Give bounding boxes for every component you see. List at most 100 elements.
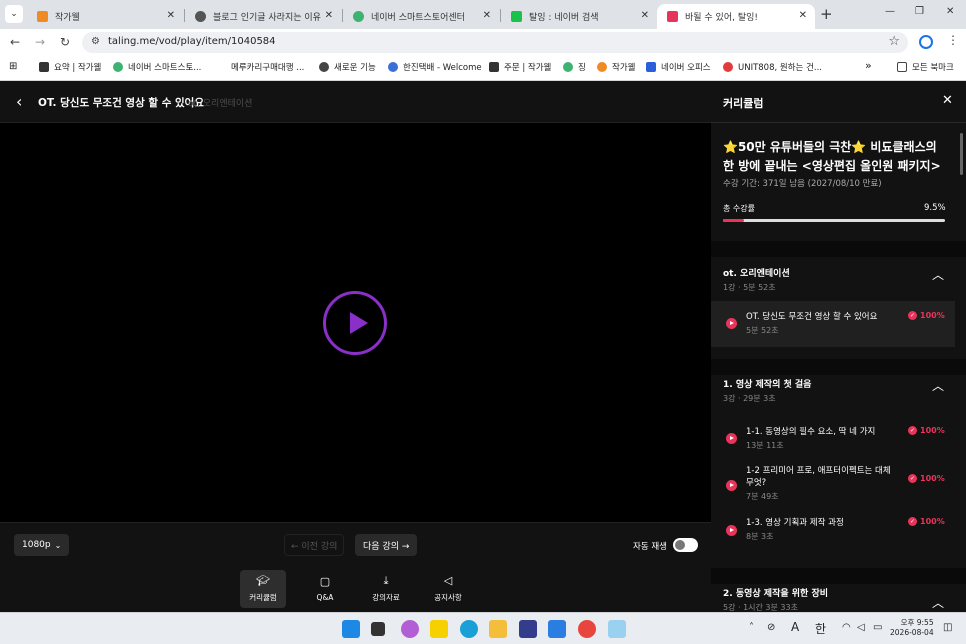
scrollbar[interactable] [960,133,963,175]
apps-grid-icon[interactable]: ⊞ [9,61,17,72]
back-chevron-icon[interactable]: ‹ [16,92,22,111]
curriculum-panel: 커리큘럼 ✕ ⭐50만 유튜버들의 극찬⭐ 비됴클래스의 한 방에 끝내는 <영… [711,81,966,612]
lesson-duration: 8분 3초 [746,532,774,541]
url-bar[interactable]: ⚙ taling.me/vod/play/item/1040584 ☆ [82,32,908,53]
app-icon[interactable] [548,620,566,638]
tab-favicon-icon [37,11,48,22]
edge-icon[interactable] [460,620,478,638]
bookmark-item[interactable]: 징 [563,61,586,73]
profile-icon[interactable] [919,35,933,49]
all-bookmarks-folder[interactable]: 모든 북마크 [897,61,954,73]
tab-search-button[interactable]: ⌄ [5,5,23,23]
chevron-up-icon[interactable]: ︿ [932,377,944,394]
check-circle-icon: ✓ [908,311,917,320]
section-orientation[interactable]: ot. 오리엔테이션 1강 · 5분 52초 ︿ OT. 당신도 무조건 영상 … [711,257,966,359]
forward-arrow-icon[interactable]: → [35,35,45,49]
play-button[interactable] [323,291,387,355]
url-text[interactable]: taling.me/vod/play/item/1040584 [108,36,276,47]
lesson-duration: 7분 49초 [746,492,779,501]
bookmark-item[interactable]: 새로운 기능 [319,61,376,73]
clock-time: 오후 9:55 [900,618,934,627]
curriculum-header: 커리큘럼 ✕ [711,81,966,123]
lesson-item[interactable]: 1-1. 동영상의 필수 요소, 딱 네 가지 13분 11초 ✓ 100% [711,419,955,453]
bookmark-item[interactable]: 작가웰 [597,61,635,73]
chevron-up-icon[interactable]: ︿ [932,266,944,283]
bookmark-item[interactable]: 주문 | 작가웰 [489,61,551,73]
bookmark-star-icon[interactable]: ☆ [888,34,900,49]
next-lecture-button[interactable]: 다음 강의 → [355,534,418,556]
volume-icon[interactable]: ◁ [857,622,865,633]
copilot-icon[interactable] [401,620,419,638]
bookmark-item[interactable]: 네이버 스마트스토... [113,61,201,73]
notification-icon[interactable]: ◫ [943,622,952,633]
section-divider [711,241,966,257]
nav-notices[interactable]: ◁ 공지사항 [425,570,471,608]
tab-favicon-icon [353,11,364,22]
close-icon[interactable]: ✕ [799,10,807,21]
wifi-icon[interactable]: ◠ [842,622,851,633]
minimize-icon[interactable]: — [885,6,895,17]
task-view-icon[interactable] [371,622,385,636]
total-progress-value: 9.5% [924,203,946,213]
lang-indicator[interactable]: 한 [815,620,826,637]
new-tab-button[interactable]: + [820,5,833,23]
lesson-item[interactable]: 1-3. 영상 기획과 제작 과정 8분 3초 ✓ 100% [711,511,955,545]
close-icon[interactable]: ✕ [167,10,175,21]
clock[interactable]: 오후 9:55 2026-08-04 [890,618,934,638]
network-off-icon[interactable]: ⊘ [767,622,775,633]
megaphone-icon: ◁ [443,574,453,587]
ime-mode[interactable]: A [791,620,799,634]
windows-start-icon[interactable] [342,620,360,638]
file-explorer-icon[interactable] [489,620,507,638]
section-equipment[interactable]: 2. 동영상 제작을 위한 장비 5강 · 1시간 3분 33초 ︿ [711,584,966,612]
player-bottom-nav: 🎓︎ 커리큘럼 ▢ Q&A ⤓ 강의자료 ◁ 공지사항 [0,566,711,612]
kakaotalk-icon[interactable] [430,620,448,638]
lesson-item-current[interactable]: OT. 당신도 무조건 영상 할 수 있어요 5분 52초 ✓ 100% [711,301,955,347]
bookmark-item[interactable]: 한진택배 - Welcome [388,61,482,73]
clock-date: 2026-08-04 [890,628,934,637]
browser-tab-active[interactable]: 바될 수 있어, 탈잉! ✕ [657,4,815,29]
chevron-down-icon: ⌄ [54,540,62,550]
browser-tab-1[interactable]: 작가웰 ✕ [27,4,183,29]
app-icon[interactable] [519,620,537,638]
chrome-icon[interactable] [578,620,596,638]
bookmarks-overflow-icon[interactable]: » [865,59,872,72]
lesson-progress: ✓ 100% [908,426,945,435]
bookmark-favicon-icon [388,62,398,72]
quality-select[interactable]: 1080p ⌄ [14,534,70,556]
bookmark-item[interactable]: 네이버 오피스 [646,61,711,73]
snipping-tool-icon[interactable] [608,620,626,638]
section-first-steps[interactable]: 1. 영상 제작의 첫 걸음 3강 · 29분 3초 ︿ 1-1. 동영상의 필… [711,375,966,573]
site-settings-icon[interactable]: ⚙ [91,36,100,47]
bookmark-item[interactable]: 메루카리구매대행 ... [216,61,304,73]
lesson-play-icon [726,433,737,444]
video-player[interactable]: ‹ OT. 당신도 무조건 영상 할 수 있어요 ot. 오리엔테이션 1080… [0,81,711,612]
close-icon[interactable]: ✕ [942,93,953,108]
back-arrow-icon[interactable]: ← [10,35,20,49]
player-header: ‹ OT. 당신도 무조건 영상 할 수 있어요 ot. 오리엔테이션 [0,81,711,123]
close-icon[interactable]: ✕ [325,10,333,21]
bookmark-item[interactable]: 요약 | 작가웰 [39,61,101,73]
autoplay-toggle[interactable] [673,538,698,552]
bookmark-item[interactable]: UNIT808, 원하는 건... [723,61,822,73]
window-close-icon[interactable]: ✕ [946,6,954,17]
nav-qna[interactable]: ▢ Q&A [302,570,348,608]
lesson-item[interactable]: 1-2 프리미어 프로, 애프터이펙트는 대체 무엇? 7분 49초 ✓ 100% [711,460,955,506]
nav-curriculum[interactable]: 🎓︎ 커리큘럼 [240,570,286,608]
browser-tab-4[interactable]: 탈잉 : 네이버 검색 ✕ [501,4,657,29]
menu-kebab-icon[interactable]: ⋮ [947,33,959,47]
restore-icon[interactable]: ❐ [915,6,924,17]
browser-tab-3[interactable]: 네이버 스마트스토어센터 ✕ [343,4,499,29]
battery-icon[interactable]: ▭ [873,622,882,633]
bookmark-favicon-icon [39,62,49,72]
close-icon[interactable]: ✕ [483,10,491,21]
chevron-up-icon[interactable]: ︿ [932,594,944,611]
prev-lecture-button[interactable]: ← 이전 강의 [284,534,345,556]
nav-materials[interactable]: ⤓ 강의자료 [363,570,409,608]
reload-icon[interactable]: ↻ [60,35,70,49]
section-title: 1. 영상 제작의 첫 걸음 [723,380,812,390]
browser-tab-2[interactable]: 블로그 인기글 사라지는 이유 ✕ [185,4,341,29]
player-controls: 1080p ⌄ ← 이전 강의 다음 강의 → 자동 재생 [0,522,711,566]
close-icon[interactable]: ✕ [641,10,649,21]
tray-overflow-icon[interactable]: ˄ [749,622,754,633]
